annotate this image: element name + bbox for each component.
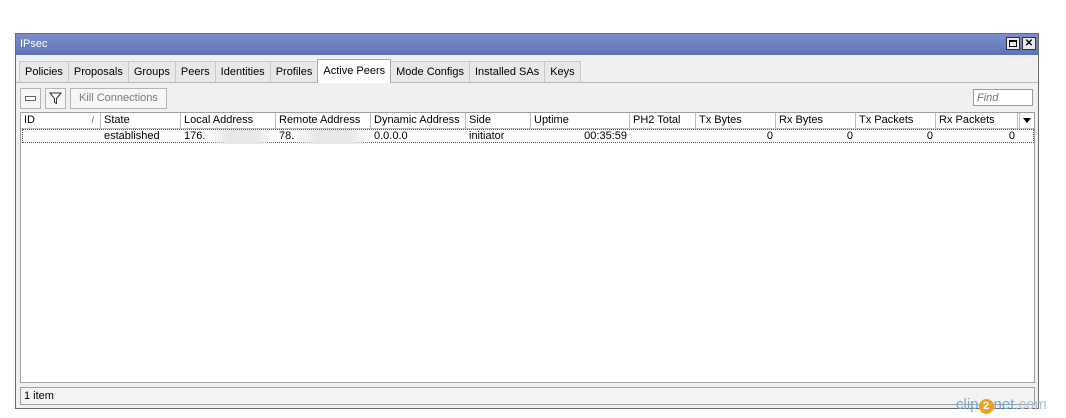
filter-icon bbox=[49, 92, 62, 104]
remove-button[interactable] bbox=[20, 87, 41, 109]
maximize-button[interactable] bbox=[1006, 37, 1020, 50]
tab-installed-sas[interactable]: Installed SAs bbox=[469, 61, 546, 83]
redaction-blur bbox=[211, 130, 271, 144]
cell-rx-packets: 0 bbox=[1008, 130, 1015, 142]
close-icon: ✕ bbox=[1024, 38, 1034, 49]
tab-active-peers[interactable]: Active Peers bbox=[317, 59, 392, 83]
column-header-rx-packets[interactable]: Rx Packets bbox=[936, 113, 1018, 128]
window-title: IPsec bbox=[20, 38, 48, 50]
cell-ph2-total bbox=[631, 130, 697, 142]
column-header-uptime[interactable]: Uptime bbox=[531, 113, 630, 128]
maximize-icon bbox=[1009, 40, 1017, 47]
tab-mode-configs[interactable]: Mode Configs bbox=[390, 61, 470, 83]
tab-proposals[interactable]: Proposals bbox=[67, 61, 129, 83]
filter-button[interactable] bbox=[45, 87, 66, 109]
tab-identities[interactable]: Identities bbox=[214, 61, 271, 83]
sort-indicator: / bbox=[91, 115, 94, 125]
tab-policies[interactable]: Policies bbox=[19, 61, 69, 83]
minus-icon bbox=[25, 95, 36, 101]
tab-divider bbox=[16, 82, 1038, 83]
close-button[interactable]: ✕ bbox=[1022, 37, 1036, 50]
cell-dynamic-address: 0.0.0.0 bbox=[374, 130, 408, 142]
column-menu-button[interactable] bbox=[1019, 113, 1034, 128]
tab-peers[interactable]: Peers bbox=[174, 61, 216, 83]
column-header-tx-packets[interactable]: Tx Packets bbox=[856, 113, 936, 128]
cell-uptime: 00:35:59 bbox=[584, 130, 627, 142]
find-input[interactable] bbox=[973, 89, 1033, 106]
redaction-blur bbox=[297, 130, 367, 144]
column-header-dynamic-address[interactable]: Dynamic Address bbox=[371, 113, 466, 128]
cell-id bbox=[23, 130, 102, 142]
column-header-id[interactable]: ID / bbox=[21, 113, 101, 128]
watermark-logo: clip 2 net.com bbox=[956, 396, 1047, 414]
kill-connections-button[interactable]: Kill Connections bbox=[70, 87, 167, 109]
column-header-state[interactable]: State bbox=[101, 113, 181, 128]
ipsec-window: IPsec ✕ Policies Proposals Groups Peers … bbox=[15, 33, 1039, 409]
column-header-tx-bytes[interactable]: Tx Bytes bbox=[696, 113, 776, 128]
cell-tx-packets: 0 bbox=[926, 130, 933, 142]
tab-bar: Policies Proposals Groups Peers Identiti… bbox=[19, 59, 581, 83]
column-header-rx-bytes[interactable]: Rx Bytes bbox=[776, 113, 856, 128]
chevron-down-icon bbox=[1023, 118, 1031, 123]
column-header-ph2-total[interactable]: PH2 Total bbox=[630, 113, 696, 128]
column-header-side[interactable]: Side bbox=[466, 113, 531, 128]
cell-tx-bytes: 0 bbox=[766, 130, 773, 142]
column-header-local-address[interactable]: Local Address bbox=[181, 113, 276, 128]
status-bar: 1 item bbox=[20, 387, 1035, 405]
table-row[interactable]: established 176. 78. 0.0.0.0 initiator 0… bbox=[22, 129, 1034, 144]
tab-groups[interactable]: Groups bbox=[127, 61, 176, 83]
toolbar: Kill Connections bbox=[20, 87, 171, 109]
item-count: 1 item bbox=[24, 390, 54, 402]
table-header: ID / State Local Address Remote Address D… bbox=[21, 113, 1034, 129]
cell-rx-bytes: 0 bbox=[846, 130, 853, 142]
tab-profiles[interactable]: Profiles bbox=[269, 61, 319, 83]
cell-side: initiator bbox=[469, 130, 505, 142]
window-titlebar[interactable]: IPsec ✕ bbox=[16, 34, 1038, 55]
cell-state: established bbox=[104, 130, 160, 142]
column-header-remote-address[interactable]: Remote Address bbox=[276, 113, 371, 128]
tab-keys[interactable]: Keys bbox=[544, 61, 581, 83]
active-peers-table: ID / State Local Address Remote Address D… bbox=[20, 112, 1035, 383]
